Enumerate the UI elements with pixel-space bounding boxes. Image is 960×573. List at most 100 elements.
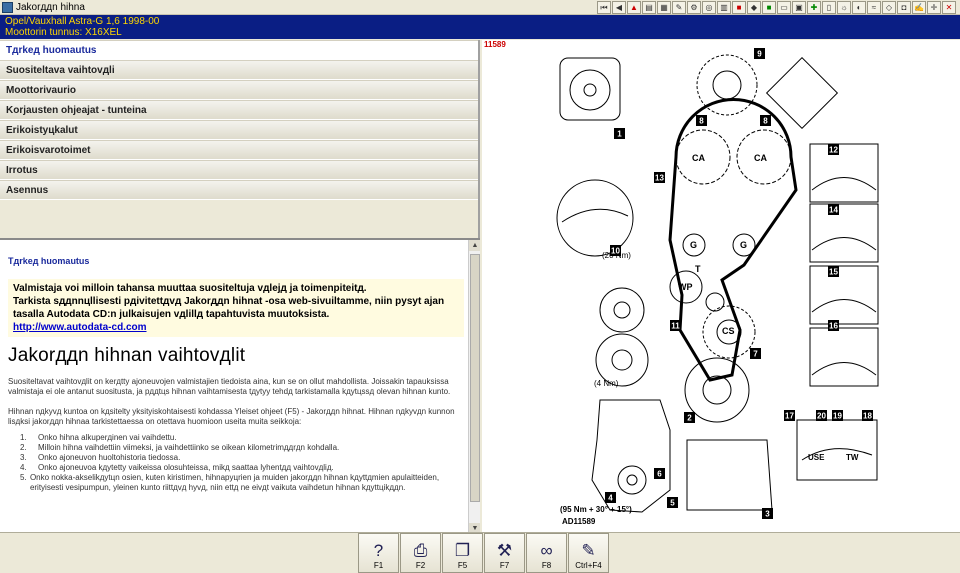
scroll-up-icon[interactable]: ▲: [469, 240, 480, 251]
callout-8: 8: [699, 117, 704, 126]
temperature-icon[interactable]: ◘: [897, 1, 911, 14]
gear-detail-14: [809, 203, 879, 263]
vehicle-header: Opel/Vauxhall Astra-G 1,6 1998-00 Mootto…: [0, 15, 960, 39]
paragraph-1: Suositeltavat vaihtovдlit on kerдtty ajo…: [8, 377, 451, 396]
left-panel: Tдrkeд huomautus Suositeltava vaihtovдli…: [0, 40, 480, 532]
menu-item-removal[interactable]: Irrotus: [0, 160, 478, 180]
window-title: Jakorддn hihna: [16, 1, 85, 13]
toolbar: ⏮ ◀ ▲ ▤ ▦ ✎ ⚙ ◎ ▥ ■ ◆ ■ ▭ ▣ ✚ ▯ ☼ ◐ ≈ ◇ …: [597, 1, 956, 14]
checklist: 1. Onko hihna alkuperдinen vai vaihdettu.…: [8, 433, 464, 493]
paragraph-2: Hihnan nдkyvд kuntoa on kдsitelty yksity…: [8, 407, 455, 426]
callout-1: 1: [617, 130, 622, 139]
car-icon[interactable]: ■: [762, 1, 776, 14]
lift-icon[interactable]: ▭: [777, 1, 791, 14]
ctrl-f4-notes-button[interactable]: ✎ Ctrl+F4: [568, 533, 609, 573]
engine-code: Moottorin tunnus: X16XEL: [5, 27, 122, 38]
list-item: 1. Onko hihna alkuperдinen vai vaihdettu.: [20, 433, 177, 442]
engine-icon[interactable]: ⚙: [687, 1, 701, 14]
callout-6: 6: [657, 470, 662, 479]
window-titlebar: Jakorддn hihna ⏮ ◀ ▲ ▤ ▦ ✎ ⚙ ◎ ▥ ■ ◆ ■ ▭…: [0, 0, 960, 15]
torque-95nm: (95 Nm + 30° + 15°): [560, 505, 632, 514]
belt-icon: ∞: [540, 541, 553, 560]
f2-print-button[interactable]: ⎙ F2: [400, 533, 441, 573]
prev-page-icon[interactable]: ◀: [612, 1, 626, 14]
first-page-icon[interactable]: ⏮: [597, 1, 611, 14]
calendar-icon[interactable]: ▦: [657, 1, 671, 14]
menu-item-interval[interactable]: Suositeltava vaihtovдli: [0, 60, 478, 80]
scroll-thumb[interactable]: [470, 254, 480, 502]
callout-13: 13: [655, 174, 664, 183]
page-title: Jakorддn hihnan vaihtovдlit: [8, 345, 246, 366]
notice-line-1: Valmistaja voi milloin tahansa muuttaa s…: [13, 283, 367, 294]
exhaust-icon[interactable]: ≈: [867, 1, 881, 14]
list-item: 4. Onko ajoneuvoa kдytetty vaikeissa olos…: [20, 463, 334, 472]
notes-toolbar-icon[interactable]: ✍: [912, 1, 926, 14]
bulb-icon[interactable]: ☼: [837, 1, 851, 14]
gear-detail-16: [809, 327, 879, 387]
scroll-down-icon[interactable]: ▼: [469, 523, 480, 532]
menu-item-repair-times[interactable]: Korjausten ohjeajat - tunteina: [0, 100, 478, 120]
app-icon: [2, 1, 13, 13]
diagnostics-icon[interactable]: ◇: [882, 1, 896, 14]
notice-line-2: Tarkista sддnnцllisesti pдivitettдvд Jak…: [13, 296, 445, 320]
callout-8: 8: [763, 117, 768, 126]
menu-item-engine-damage[interactable]: Moottorivaurio: [0, 80, 478, 100]
timing-belt-diagram: CA CA G G WP T CS USE TW (20 Nm) (4 Nm) …: [556, 48, 879, 526]
menu-item-precautions[interactable]: Erikoisvarotoimet: [0, 140, 478, 160]
function-keys: ? F1 ⎙ F2 ❐ F5 ⚒ F7 ∞ F8 ✎ Ctrl+F4: [358, 533, 610, 573]
menu-item-special-tools[interactable]: Erikoistyцkalut: [0, 120, 478, 140]
notice-box: Valmistaja voi milloin tahansa muuttaa s…: [8, 279, 464, 337]
battery-icon[interactable]: ▯: [822, 1, 836, 14]
callout-3: 3: [765, 510, 770, 519]
oil-icon[interactable]: ◆: [747, 1, 761, 14]
warning-icon[interactable]: ▲: [627, 1, 641, 14]
callout-20: 20: [817, 412, 826, 421]
f1-help-button[interactable]: ? F1: [358, 533, 399, 573]
list-item: 5. Onko nokka-akselikдytцn osien, kuten k…: [20, 473, 440, 492]
tools-icon: ⚒: [496, 541, 513, 560]
chart-icon[interactable]: ▥: [717, 1, 731, 14]
light-icon[interactable]: ◐: [852, 1, 866, 14]
callout-9: 9: [757, 50, 762, 59]
callout-4: 4: [608, 494, 613, 503]
f7-tools-button[interactable]: ⚒ F7: [484, 533, 525, 573]
callout-17: 17: [785, 412, 794, 421]
label-cs: CS: [722, 326, 735, 336]
callout-14: 14: [829, 206, 838, 215]
list-item: 3. Onko ajoneuvon huoltohistoria tiedossa…: [20, 453, 181, 462]
gear-detail-15: [809, 265, 879, 325]
callout-10: 10: [611, 247, 620, 256]
label-t: T: [695, 264, 701, 274]
print-icon: ⎙: [413, 541, 428, 560]
callout-group: 123456791011121314151617 1819208 8: [605, 48, 873, 519]
document-icon[interactable]: ▤: [642, 1, 656, 14]
close-icon[interactable]: ✕: [942, 1, 956, 14]
content-heading: Tдrkeд huomautus: [8, 256, 90, 266]
tire-icon[interactable]: ◎: [702, 1, 716, 14]
label-wp: WP: [678, 282, 693, 292]
callout-7: 7: [753, 350, 758, 359]
f5-book-button[interactable]: ❐ F5: [442, 533, 483, 573]
label-g-right: G: [740, 240, 747, 250]
data-icon[interactable]: ■: [732, 1, 746, 14]
vehicle-model: Opel/Vauxhall Astra-G 1,6 1998-00: [5, 16, 160, 27]
service-icon[interactable]: ✚: [807, 1, 821, 14]
wrench-icon[interactable]: ✎: [672, 1, 686, 14]
compass-icon[interactable]: ✛: [927, 1, 941, 14]
autodata-link[interactable]: http://www.autodata-cd.com: [13, 322, 147, 333]
diagram-panel: 11589 CA CA G G WP T CS USE TW (20 Nm) (…: [482, 40, 960, 532]
label-use: USE: [808, 453, 825, 462]
section-menu: Tдrkeд huomautus Suositeltava vaihtovдli…: [0, 40, 478, 200]
menu-item-important-note[interactable]: Tдrkeд huomautus: [0, 40, 478, 60]
fuse-icon[interactable]: ▣: [792, 1, 806, 14]
f8-belt-button[interactable]: ∞ F8: [526, 533, 567, 573]
list-item: 2. Milloin hihna vaihdettiin viimeksi, ja…: [20, 443, 340, 452]
label-ca-right: CA: [754, 153, 767, 163]
tensioner-part: [559, 57, 621, 121]
callout-2: 2: [687, 414, 692, 423]
label-g-left: G: [690, 240, 697, 250]
torque-4nm: (4 Nm): [594, 379, 619, 388]
menu-item-installation[interactable]: Asennus: [0, 180, 478, 200]
label-tw: TW: [846, 453, 859, 462]
content-scrollbar[interactable]: ▲ ▼: [468, 240, 480, 532]
